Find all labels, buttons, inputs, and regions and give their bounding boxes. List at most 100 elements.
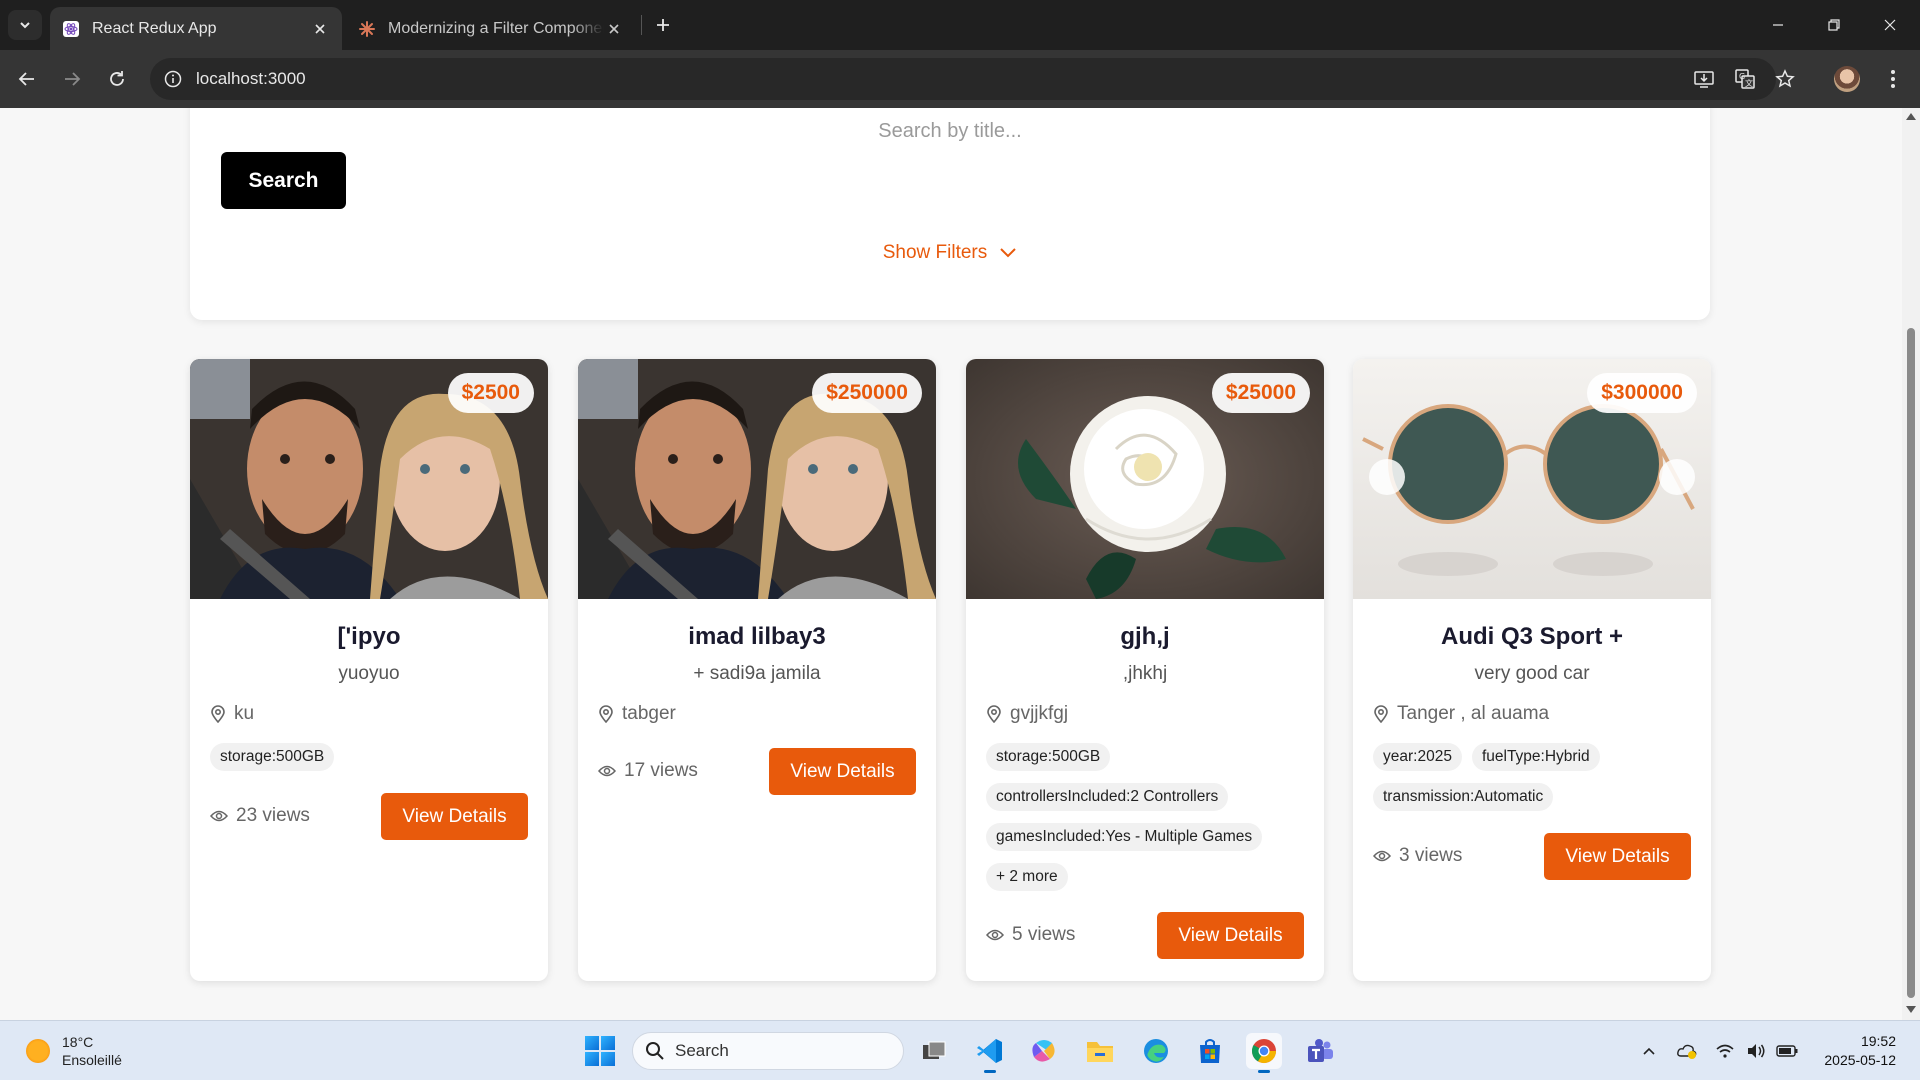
more-vertical-icon: [1891, 70, 1895, 88]
weather-temperature: 18°C: [62, 1034, 94, 1050]
back-button[interactable]: [10, 62, 44, 96]
clock-date: 2025-05-12: [1824, 1052, 1896, 1068]
windows-taskbar: 18°C Ensoleillé Search 19:52 2025-05-12: [0, 1020, 1920, 1080]
location-text: ku: [234, 703, 255, 724]
card-title: gjh,j: [1120, 623, 1170, 650]
page-viewport: Search by title... Search Show Filters $…: [0, 108, 1902, 1020]
tab-title: React Redux App: [92, 19, 217, 37]
minimize-button[interactable]: [1758, 10, 1798, 40]
site-info-icon[interactable]: [164, 70, 182, 88]
install-app-button[interactable]: [1687, 62, 1721, 96]
views-count: 5 views: [1012, 924, 1076, 945]
card-image[interactable]: $300000: [1353, 359, 1711, 599]
card-tags: year:2025 fuelType:Hybrid transmission:A…: [1373, 743, 1691, 811]
attribute-tag: transmission:Automatic: [1373, 783, 1554, 811]
card-views: 23 views: [210, 805, 310, 827]
tab-react-redux-app[interactable]: React Redux App: [50, 7, 342, 50]
new-tab-button[interactable]: [650, 12, 676, 38]
wifi-tray-icon[interactable]: [1714, 1040, 1736, 1062]
file-explorer-app[interactable]: [1082, 1033, 1118, 1069]
volume-tray-icon[interactable]: [1745, 1040, 1767, 1062]
view-details-button[interactable]: View Details: [1157, 912, 1304, 959]
cloud-warning-icon: [1677, 1044, 1697, 1059]
chevron-down-icon: [20, 22, 30, 29]
card-title: ['ipyo: [337, 623, 401, 650]
card-views: 5 views: [986, 924, 1075, 946]
forward-button[interactable]: [55, 62, 89, 96]
eye-icon: [986, 929, 1004, 941]
scroll-down-arrow-icon[interactable]: [1906, 1006, 1916, 1013]
teams-app[interactable]: [1302, 1033, 1338, 1069]
bookmark-button[interactable]: [1768, 62, 1802, 96]
show-filters-label: Show Filters: [882, 242, 988, 263]
scrollbar-thumb[interactable]: [1907, 328, 1915, 998]
reload-button[interactable]: [100, 62, 134, 96]
windows-start-icon[interactable]: [585, 1036, 615, 1066]
view-details-button[interactable]: View Details: [1544, 833, 1691, 880]
vscode-app[interactable]: [972, 1033, 1008, 1073]
card-image[interactable]: $250000: [578, 359, 936, 599]
translate-button[interactable]: G文: [1728, 62, 1762, 96]
view-details-button[interactable]: View Details: [769, 748, 916, 795]
page-scrollbar[interactable]: [1902, 108, 1920, 1020]
chrome-app[interactable]: [1246, 1033, 1282, 1073]
copilot-icon: [1032, 1040, 1055, 1062]
browser-toolbar: localhost:3000 G文: [0, 50, 1920, 108]
show-filters-toggle[interactable]: Show Filters: [190, 242, 1710, 264]
arrow-right-icon: [65, 72, 81, 86]
card-description: very good car: [1474, 663, 1590, 684]
address-bar[interactable]: localhost:3000: [150, 58, 1776, 100]
attribute-tag: year:2025: [1373, 743, 1462, 771]
clock-time: 19:52: [1860, 1033, 1896, 1049]
edge-app[interactable]: [1138, 1033, 1174, 1069]
product-card: $25000 gjh,j ,jhkhj gvjjkfgj storage:500…: [966, 359, 1324, 981]
card-image[interactable]: $25000: [966, 359, 1324, 599]
chevron-down-icon: [1000, 248, 1016, 258]
close-icon: [1884, 19, 1896, 31]
url-text: localhost:3000: [196, 69, 306, 88]
close-tab-icon[interactable]: [310, 19, 330, 39]
browser-menu-button[interactable]: [1876, 62, 1910, 96]
card-location: ku: [210, 703, 254, 725]
copilot-app[interactable]: [1026, 1033, 1062, 1069]
microsoft-store-app[interactable]: [1192, 1033, 1228, 1069]
tab-modernizing-filter[interactable]: Modernizing a Filter Component: [346, 7, 636, 50]
tab-search-button[interactable]: [8, 10, 42, 40]
carousel-prev-button[interactable]: [1369, 459, 1405, 495]
views-count: 17 views: [624, 760, 698, 781]
close-tab-icon[interactable]: [604, 19, 624, 39]
search-button[interactable]: Search: [221, 152, 346, 209]
profile-button[interactable]: [1830, 62, 1864, 96]
restore-button[interactable]: [1814, 10, 1854, 40]
task-view-app[interactable]: [916, 1033, 952, 1069]
attribute-tag: controllersIncluded:2 Controllers: [986, 783, 1229, 811]
show-hidden-icons-button[interactable]: [1638, 1040, 1660, 1062]
card-tags: storage:500GB controllersIncluded:2 Cont…: [986, 743, 1304, 891]
views-count: 23 views: [236, 805, 310, 826]
taskbar-search-placeholder: Search: [675, 1041, 729, 1060]
browser-tab-bar: React Redux App Modernizing a Filter Com…: [0, 0, 1920, 50]
product-card: $300000 Audi Q3 Sport + very good car Ta…: [1353, 359, 1711, 981]
weather-condition: Ensoleillé: [62, 1052, 122, 1068]
search-input[interactable]: Search by title...: [190, 120, 1710, 143]
star-icon: [1775, 69, 1795, 88]
onedrive-tray-icon[interactable]: [1676, 1040, 1698, 1062]
close-window-button[interactable]: [1870, 10, 1910, 40]
attribute-tag: storage:500GB: [986, 743, 1111, 771]
card-views: 17 views: [598, 760, 698, 782]
tab-title: Modernizing a Filter Component: [388, 19, 604, 37]
price-badge: $250000: [812, 373, 922, 413]
carousel-next-button[interactable]: [1659, 459, 1695, 495]
system-clock[interactable]: 19:52 2025-05-12: [1824, 1032, 1896, 1070]
battery-tray-icon[interactable]: [1776, 1040, 1798, 1062]
card-image[interactable]: $2500: [190, 359, 548, 599]
taskbar-search[interactable]: Search: [632, 1032, 904, 1070]
search-icon: [646, 1042, 664, 1060]
scroll-up-arrow-icon[interactable]: [1906, 113, 1916, 120]
eye-icon: [598, 765, 616, 777]
weather-widget[interactable]: 18°C Ensoleillé: [26, 1033, 122, 1069]
eye-icon: [210, 810, 228, 822]
product-card: $2500 ['ipyo yuoyuo ku storage:500GB 23 …: [190, 359, 548, 981]
view-details-button[interactable]: View Details: [381, 793, 528, 840]
more-attributes-tag: + 2 more: [986, 863, 1068, 891]
